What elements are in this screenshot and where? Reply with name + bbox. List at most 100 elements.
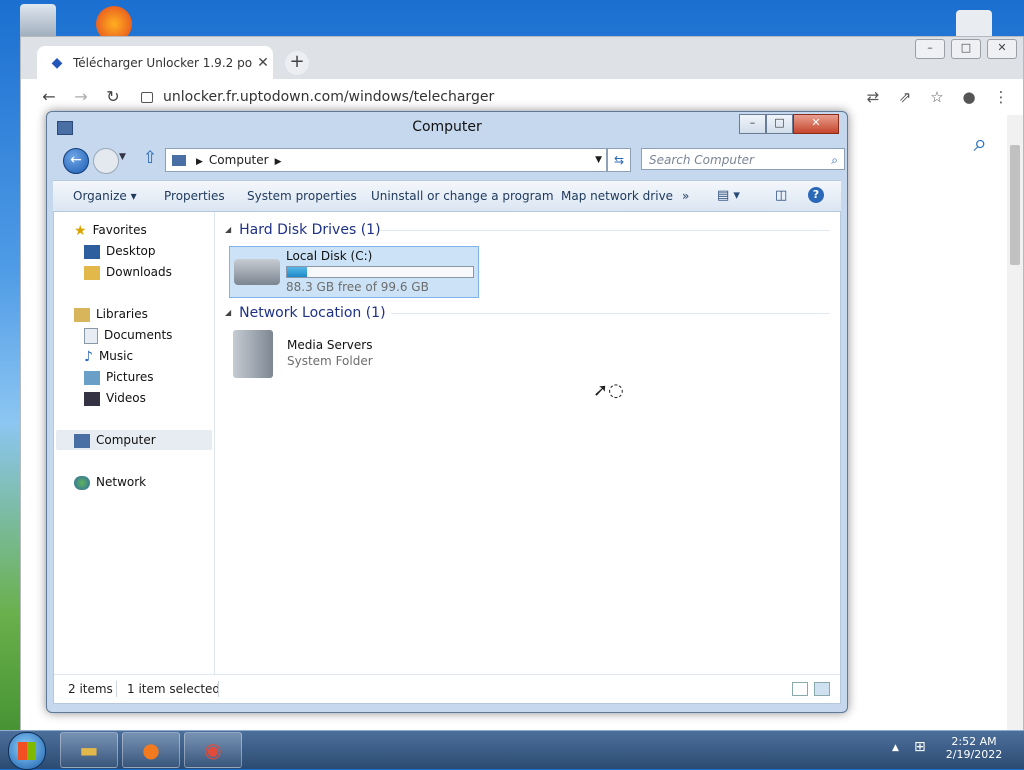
- start-button[interactable]: [8, 732, 46, 770]
- taskbar-explorer-button[interactable]: ▬: [60, 732, 118, 768]
- media-servers-icon[interactable]: [233, 330, 273, 378]
- windows-logo-icon: [18, 742, 36, 760]
- map-network-drive-button[interactable]: Map network drive: [561, 181, 673, 211]
- change-view-icon[interactable]: ▤ ▾: [717, 188, 740, 203]
- maximize-button[interactable]: □: [766, 114, 793, 134]
- close-button[interactable]: ✕: [793, 114, 839, 134]
- close-button[interactable]: ✕: [987, 39, 1017, 59]
- maximize-button[interactable]: □: [951, 39, 981, 59]
- breadcrumb-arrow-icon[interactable]: ▶: [196, 151, 203, 173]
- folder-icon: ▬: [79, 738, 99, 762]
- firefox-icon: ●: [142, 738, 160, 762]
- scrollbar-thumb[interactable]: [1010, 145, 1020, 265]
- hard-drive-icon: [234, 259, 280, 285]
- more-commands-button[interactable]: »: [682, 181, 689, 211]
- taskbar-chrome-button[interactable]: ◉: [184, 732, 242, 768]
- disk-usage-fill: [287, 267, 308, 277]
- address-bar[interactable]: unlocker.fr.uptodown.com/windows/telecha…: [141, 83, 841, 111]
- window-title: Computer: [412, 119, 482, 135]
- downloads-folder-icon: [84, 265, 100, 280]
- disk-free-space: 88.3 GB free of 99.6 GB: [286, 280, 429, 294]
- tab-title: Télécharger Unlocker 1.9.2 pour W: [73, 55, 253, 70]
- videos-icon: [84, 391, 100, 406]
- nav-computer[interactable]: Computer: [74, 430, 156, 450]
- page-scrollbar[interactable]: [1007, 115, 1023, 733]
- nav-documents[interactable]: Documents: [84, 325, 172, 345]
- system-properties-button[interactable]: System properties: [247, 181, 357, 211]
- command-bar: Organize ▾ Properties System properties …: [53, 180, 841, 212]
- reload-icon[interactable]: ↻: [103, 87, 123, 107]
- item-count: 2 items: [68, 682, 113, 696]
- nav-pictures[interactable]: Pictures: [84, 367, 154, 387]
- minimize-button[interactable]: –: [739, 114, 766, 134]
- refresh-button[interactable]: ⇆: [607, 148, 631, 172]
- large-icons-view-icon[interactable]: [814, 682, 830, 696]
- tab-strip: ◆ Télécharger Unlocker 1.9.2 pour W ✕ + …: [21, 37, 1023, 79]
- clock[interactable]: 2:52 AM 2/19/2022: [944, 735, 1004, 761]
- nav-downloads[interactable]: Downloads: [84, 262, 172, 282]
- back-arrow-icon[interactable]: ←: [39, 87, 59, 107]
- minimize-button[interactable]: –: [915, 39, 945, 59]
- nav-libraries[interactable]: Libraries: [74, 304, 148, 324]
- tray-expand-icon[interactable]: ▲: [892, 743, 899, 753]
- history-dropdown-icon[interactable]: ▼: [119, 152, 126, 162]
- status-separator: [116, 681, 117, 697]
- search-placeholder: Search Computer: [649, 153, 754, 167]
- share-icon[interactable]: ⇗: [895, 87, 915, 107]
- status-separator: [218, 681, 219, 697]
- media-servers-type: System Folder: [287, 354, 373, 368]
- local-disk-c-item[interactable]: Local Disk (C:) 88.3 GB free of 99.6 GB: [229, 246, 479, 298]
- star-icon[interactable]: ☆: [927, 87, 947, 107]
- collapse-triangle-icon[interactable]: ◢: [225, 302, 231, 324]
- collapse-triangle-icon[interactable]: ◢: [225, 219, 231, 241]
- nav-videos[interactable]: Videos: [84, 388, 146, 408]
- search-icon[interactable]: ⌕: [831, 149, 838, 171]
- group-divider: [391, 313, 830, 314]
- recycle-bin-icon[interactable]: [20, 4, 56, 40]
- translate-icon[interactable]: ⇄: [863, 87, 883, 107]
- toolbar-icons: ⇄ ⇗ ☆ ● ⋮: [851, 87, 1011, 107]
- address-bar[interactable]: ▶ Computer ▶ ▼: [165, 148, 607, 172]
- group-header-network-location[interactable]: ◢ Network Location (1): [225, 302, 830, 324]
- nav-favorites[interactable]: ★ Favorites: [74, 220, 147, 240]
- breadcrumb[interactable]: Computer: [209, 153, 269, 167]
- uninstall-program-button[interactable]: Uninstall or change a program: [371, 181, 554, 211]
- explorer-window: Computer – □ ✕ ← ▼ ⇧ ▶ Computer ▶ ▼ ⇆ Sear…: [46, 111, 848, 713]
- profile-icon[interactable]: ●: [959, 87, 979, 107]
- tab-close-icon[interactable]: ✕: [253, 55, 273, 71]
- chrome-icon: ◉: [204, 738, 222, 762]
- content-pane: ◢ Hard Disk Drives (1) Local Disk (C:) 88…: [215, 212, 840, 703]
- breadcrumb-arrow-icon[interactable]: ▶: [275, 151, 282, 173]
- menu-icon[interactable]: ⋮: [991, 87, 1011, 107]
- group-divider: [381, 230, 830, 231]
- details-view-icon[interactable]: [792, 682, 808, 696]
- desktop-icon: [84, 244, 100, 259]
- search-input[interactable]: Search Computer ⌕: [641, 148, 845, 170]
- url-text: unlocker.fr.uptodown.com/windows/telecha…: [163, 89, 495, 105]
- preview-pane-icon[interactable]: ◫: [775, 188, 787, 203]
- chrome-window-controls: – □ ✕: [909, 39, 1017, 59]
- organize-button[interactable]: Organize ▾: [73, 181, 137, 211]
- computer-icon: [74, 433, 90, 448]
- properties-button[interactable]: Properties: [164, 181, 225, 211]
- back-button[interactable]: ←: [63, 148, 89, 174]
- address-dropdown-icon[interactable]: ▼: [595, 149, 602, 171]
- up-arrow-icon[interactable]: ⇧: [143, 148, 157, 168]
- network-tray-icon[interactable]: ⊞: [914, 739, 926, 755]
- new-tab-button[interactable]: +: [285, 51, 309, 75]
- site-search-icon[interactable]: ⌕: [974, 129, 987, 157]
- help-icon[interactable]: ?: [808, 187, 824, 203]
- forward-arrow-icon[interactable]: →: [71, 87, 91, 107]
- browser-tab[interactable]: ◆ Télécharger Unlocker 1.9.2 pour W ✕: [37, 46, 273, 79]
- pictures-icon: [84, 370, 100, 385]
- group-header-hard-disk-drives[interactable]: ◢ Hard Disk Drives (1): [225, 219, 830, 241]
- nav-network[interactable]: Network: [74, 472, 146, 492]
- media-servers-name[interactable]: Media Servers: [287, 338, 372, 352]
- forward-button[interactable]: [93, 148, 119, 174]
- nav-desktop[interactable]: Desktop: [84, 241, 156, 261]
- lock-icon: [141, 91, 153, 103]
- nav-music[interactable]: ♪ Music: [84, 346, 133, 366]
- taskbar-firefox-button[interactable]: ●: [122, 732, 180, 768]
- libraries-icon: [74, 307, 90, 322]
- selection-count: 1 item selected: [127, 682, 221, 696]
